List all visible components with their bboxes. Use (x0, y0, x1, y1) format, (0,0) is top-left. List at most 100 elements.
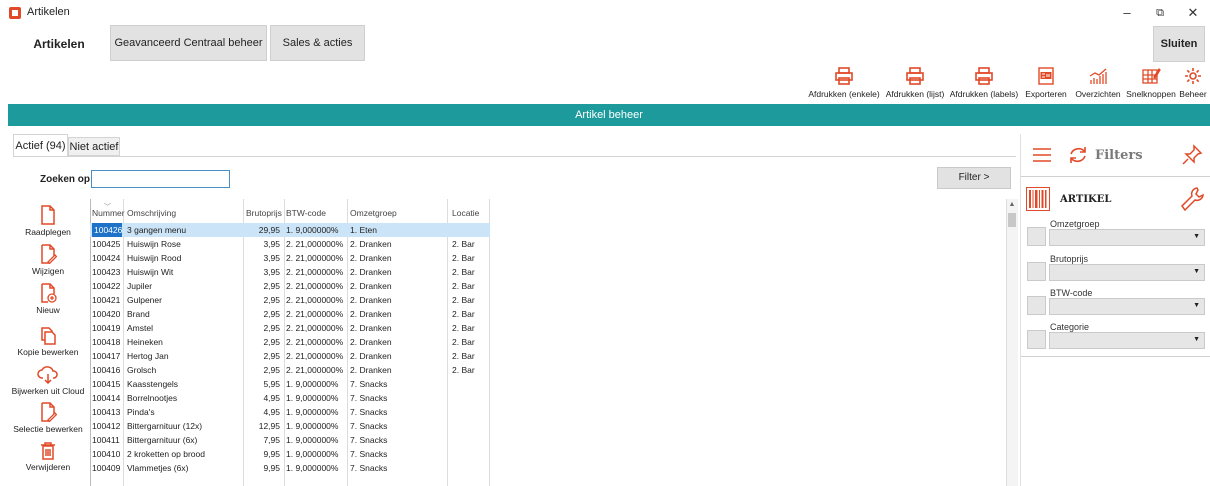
toolbar-label: Afdrukken (enkele) (808, 89, 880, 99)
printer-icon (835, 67, 853, 85)
table-cell: Pinda's (127, 407, 155, 417)
column-header-locatie[interactable]: Locatie (452, 208, 479, 218)
nav-tab-artikelen[interactable]: Artikelen (20, 30, 98, 58)
table-row[interactable]: 100426 3 gangen menu 29,95 1. 9,000000% 1. E… (90, 223, 490, 237)
column-header-omschrijving[interactable]: Omschrijving (127, 208, 176, 218)
scroll-up-icon[interactable]: ▲ (1006, 201, 1018, 211)
action-label: Nieuw (36, 305, 60, 315)
view-button[interactable]: Raadplegen (8, 205, 88, 237)
nav-tab-centraal-beheer[interactable]: Geavanceerd Centraal beheer (110, 25, 267, 61)
table-cell: 2. Bar (452, 281, 475, 291)
table-cell: 1. 9,000000% (286, 463, 339, 473)
filters-title: Filters (1095, 148, 1143, 163)
column-header-omzetgroep[interactable]: Omzetgroep (350, 208, 397, 218)
filter-toggle-omzetgroep[interactable] (1027, 227, 1046, 246)
table-cell: 2. Bar (452, 337, 475, 347)
filter-select-brutoprijs[interactable] (1049, 264, 1205, 281)
table-cell: Borrelnootjes (127, 393, 178, 403)
table-row[interactable]: 100417 Hertog Jan 2,95 2. 21,000000% 2. Dran… (90, 349, 490, 363)
shortcuts-button[interactable]: Snelknoppen (1125, 66, 1177, 102)
new-button[interactable]: Nieuw (8, 283, 88, 315)
table-cell: 1. 9,000000% (286, 225, 339, 235)
search-input[interactable] (91, 170, 230, 188)
tab-actief[interactable]: Actief (94) (13, 134, 68, 156)
table-row[interactable]: 100419 Amstel 2,95 2. 21,000000% 2. Dranken 2… (90, 321, 490, 335)
copy-icon (41, 327, 56, 345)
cloud-update-button[interactable]: Bijwerken uit Cloud (8, 366, 88, 396)
selection-edit-button[interactable]: Selectie bewerken (8, 402, 88, 434)
edit-button[interactable]: Wijzigen (8, 244, 88, 276)
table-row[interactable]: 100413 Pinda's 4,95 1. 9,000000% 7. Snacks (90, 405, 490, 419)
close-button[interactable]: Sluiten (1153, 26, 1205, 62)
copy-edit-button[interactable]: Kopie bewerken (8, 327, 88, 357)
table-row[interactable]: 100412 Bittergarnituur (12x) 12,95 1. 9,000… (90, 419, 490, 433)
delete-button[interactable]: Verwijderen (8, 442, 88, 472)
filter-select-btw-code[interactable] (1049, 298, 1205, 315)
nav-tab-sales-acties[interactable]: Sales & acties (270, 25, 365, 61)
scrollbar-thumb[interactable] (1008, 213, 1016, 227)
table-cell: Gulpener (127, 295, 162, 305)
table-row[interactable]: 100409 Vlammetjes (6x) 9,95 1. 9,000000% 7. … (90, 461, 490, 475)
table-cell: 100409 (92, 463, 121, 473)
table-row[interactable]: 100421 Gulpener 2,95 2. 21,000000% 2. Dranke… (90, 293, 490, 307)
table-cell: Huiswijn Rood (127, 253, 182, 263)
table-row[interactable]: 100425 Huiswijn Rose 3,95 2. 21,000000% 2. D… (90, 237, 490, 251)
export-button[interactable]: Exporteren (1022, 66, 1070, 102)
table-cell: Vlammetjes (6x) (127, 463, 189, 473)
table-cell: 100417 (92, 351, 121, 361)
print-list-button[interactable]: Afdrukken (lijst) (884, 66, 946, 102)
column-header-brutoprijs[interactable]: Brutoprijs (246, 208, 282, 218)
filter-toggle-brutoprijs[interactable] (1027, 262, 1046, 281)
table-cell: 2. 21,000000% (286, 281, 344, 291)
table-row[interactable]: 100418 Heineken 2,95 2. 21,000000% 2. Dranke… (90, 335, 490, 349)
table-cell: 100411 (92, 435, 120, 445)
print-labels-button[interactable]: Afdrukken (labels) (949, 66, 1019, 102)
table-cell: Heineken (127, 337, 163, 347)
table-row[interactable]: 100414 Borrelnootjes 4,95 1. 9,000000% 7. Sn… (90, 391, 490, 405)
table-cell: 2. 21,000000% (286, 253, 344, 263)
document-icon (41, 205, 55, 225)
table-cell: 100416 (92, 365, 121, 375)
table-cell: 100410 (92, 449, 121, 459)
table-cell: 100415 (92, 379, 121, 389)
table-cell: 1. 9,000000% (286, 379, 339, 389)
pin-icon[interactable] (1181, 144, 1203, 171)
minimize-button[interactable]: – (1110, 0, 1144, 24)
column-header-nummer[interactable]: Nummer (92, 208, 125, 218)
table-row[interactable]: 100423 Huiswijn Wit 3,95 2. 21,000000% 2. Dr… (90, 265, 490, 279)
table-cell: 1. Eten (350, 225, 377, 235)
filter-toggle-btw-code[interactable] (1027, 296, 1046, 315)
table-cell: 2. Bar (452, 253, 475, 263)
close-window-button[interactable]: ✕ (1176, 0, 1210, 24)
print-single-button[interactable]: Afdrukken (enkele) (808, 66, 880, 102)
action-label: Kopie bewerken (17, 347, 79, 357)
gear-icon (1185, 68, 1201, 84)
table-row[interactable]: 100422 Jupiler 2,95 2. 21,000000% 2. Dranken… (90, 279, 490, 293)
manage-button[interactable]: Beheer (1177, 66, 1209, 102)
title-bar: Artikelen – ⧉ ✕ (0, 0, 1210, 24)
reports-button[interactable]: Overzichten (1072, 66, 1124, 102)
maximize-button[interactable]: ⧉ (1143, 0, 1177, 24)
filter-select-omzetgroep[interactable] (1049, 229, 1205, 246)
table-row[interactable]: 100410 2 kroketten op brood 9,95 1. 9,00000… (90, 447, 490, 461)
refresh-icon[interactable] (1067, 144, 1089, 171)
table-row[interactable]: 100420 Brand 2,95 2. 21,000000% 2. Dranken 2.… (90, 307, 490, 321)
table-row[interactable]: 100411 Bittergarnituur (6x) 7,95 1. 9,00000… (90, 433, 490, 447)
filter-label-categorie: Categorie (1050, 322, 1090, 332)
table-cell: 7. Snacks (350, 393, 388, 403)
table-row[interactable]: 100424 Huiswijn Rood 3,95 2. 21,000000% 2. D… (90, 251, 490, 265)
table-row[interactable]: 100416 Grolsch 2,95 2. 21,000000% 2. Dranken… (90, 363, 490, 377)
table-cell: 2. Bar (452, 267, 475, 277)
filter-select-categorie[interactable] (1049, 332, 1205, 349)
wrench-icon[interactable] (1180, 186, 1204, 217)
action-label: Selectie bewerken (13, 424, 83, 434)
cloud-download-icon (37, 366, 58, 384)
vertical-scrollbar[interactable] (1006, 199, 1018, 486)
filter-button[interactable]: Filter > (937, 167, 1011, 189)
table-row[interactable]: 100415 Kaasstengels 5,95 1. 9,000000% 7. Sna… (90, 377, 490, 391)
filter-toggle-categorie[interactable] (1027, 330, 1046, 349)
menu-icon[interactable] (1032, 146, 1052, 169)
column-header-btw-code[interactable]: BTW-code (286, 208, 326, 218)
tab-niet-actief[interactable]: Niet actief (68, 137, 120, 156)
table-cell: Bittergarnituur (12x) (127, 421, 203, 431)
